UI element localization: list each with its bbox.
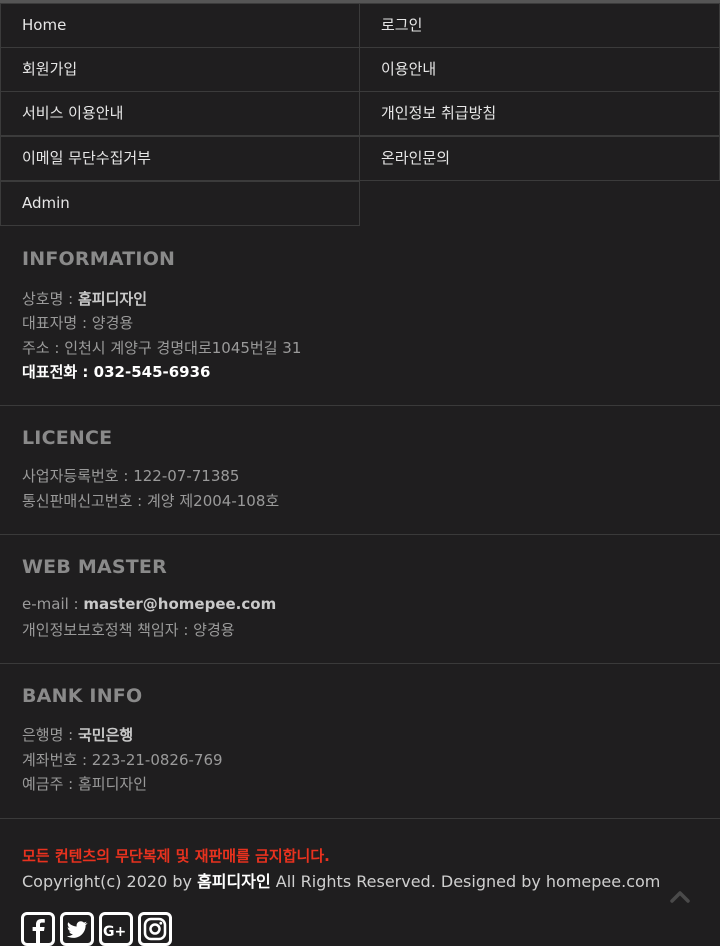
ceo-value: 양경용 (91, 314, 134, 332)
information-title: INFORMATION (22, 248, 176, 270)
privacy-officer-label: 개인정보보호정책 책임자 : (22, 621, 194, 639)
phone: 대표전화 : 032-545-6936 (22, 361, 210, 382)
copyright: Copyright(c) 2020 by 홈피디자인 All Rights Re… (22, 868, 660, 892)
address: 주소 : 인천시 계양구 경명대로1045번길 31 (22, 337, 301, 358)
copyright-brand: 홈피디자인 (197, 872, 271, 891)
company-value: 홈피디자인 (78, 290, 148, 308)
company-name: 상호명 : 홈피디자인 (22, 288, 147, 309)
menu-item-inquiry[interactable]: 온라인문의 (359, 136, 720, 181)
bank-name-value: 국민은행 (78, 726, 134, 744)
bank-section: BANK INFO 은행명 : 국민은행 계좌번호 : 223-21-0826-… (0, 664, 720, 819)
mail-order-number: 통신판매신고번호 : 계양 제2004-108호 (22, 490, 279, 511)
copy-notice: 모든 컨텐츠의 무단복제 및 재판매를 금지합니다. (22, 847, 330, 865)
address-label: 주소 : (22, 339, 65, 357)
licence-title: LICENCE (22, 427, 113, 449)
address-value: 인천시 계양구 경명대로1045번길 31 (64, 339, 302, 357)
bank-title: BANK INFO (22, 685, 143, 707)
mail-order-label: 통신판매신고번호 : (22, 492, 147, 510)
menu-item-privacy[interactable]: 개인정보 취급방침 (359, 91, 720, 136)
account-number: 계좌번호 : 223-21-0826-769 (22, 749, 223, 770)
menu-item-admin[interactable]: Admin (0, 181, 360, 226)
information-section: INFORMATION 상호명 : 홈피디자인 대표자명 : 양경용 주소 : … (0, 228, 720, 406)
svg-text:G+: G+ (103, 924, 126, 940)
instagram-icon[interactable] (138, 912, 172, 946)
business-number: 사업자등록번호 : 122-07-71385 (22, 465, 239, 486)
twitter-icon[interactable] (60, 912, 94, 946)
email: e-mail : master@homepee.com (22, 595, 276, 613)
email-value[interactable]: master@homepee.com (83, 595, 276, 613)
email-label: e-mail : (22, 595, 84, 613)
business-number-label: 사업자등록번호 : (22, 467, 134, 485)
google-plus-icon[interactable]: G+ (99, 912, 133, 946)
account-holder-label: 예금주 : (22, 775, 78, 793)
company-label: 상호명 : (22, 290, 78, 308)
account-holder: 예금주 : 홈피디자인 (22, 773, 147, 794)
menu-item-service-guide[interactable]: 서비스 이용안내 (0, 91, 360, 136)
privacy-officer-value: 양경용 (193, 621, 235, 639)
menu-item-guide[interactable]: 이용안내 (359, 47, 720, 92)
account-number-label: 계좌번호 : (22, 751, 92, 769)
mail-order-value: 계양 제2004-108호 (147, 492, 280, 510)
bank-name: 은행명 : 국민은행 (22, 724, 133, 745)
phone-label: 대표전화 : (22, 363, 94, 381)
copyright-suffix: All Rights Reserved. Designed by homepee… (270, 872, 661, 891)
menu-item-home[interactable]: Home (0, 3, 360, 48)
webmaster-title: WEB MASTER (22, 556, 167, 578)
account-number-value: 223-21-0826-769 (91, 751, 223, 769)
menu-item-login[interactable]: 로그인 (359, 3, 720, 48)
privacy-officer: 개인정보보호정책 책임자 : 양경용 (22, 619, 235, 640)
phone-value: 032-545-6936 (93, 363, 211, 381)
bank-name-label: 은행명 : (22, 726, 78, 744)
menu-item-join[interactable]: 회원가입 (0, 47, 360, 92)
business-number-value: 122-07-71385 (133, 467, 240, 485)
licence-section: LICENCE 사업자등록번호 : 122-07-71385 통신판매신고번호 … (0, 406, 720, 535)
account-holder-value: 홈피디자인 (78, 775, 148, 793)
copyright-prefix: Copyright(c) 2020 by (22, 872, 198, 891)
ceo-label: 대표자명 : (22, 314, 92, 332)
ceo-name: 대표자명 : 양경용 (22, 312, 133, 333)
webmaster-section: WEB MASTER e-mail : master@homepee.com 개… (0, 535, 720, 664)
chevron-up-icon[interactable] (668, 888, 692, 906)
facebook-icon[interactable] (21, 912, 55, 946)
menu-item-email-refusal[interactable]: 이메일 무단수집거부 (0, 136, 360, 181)
